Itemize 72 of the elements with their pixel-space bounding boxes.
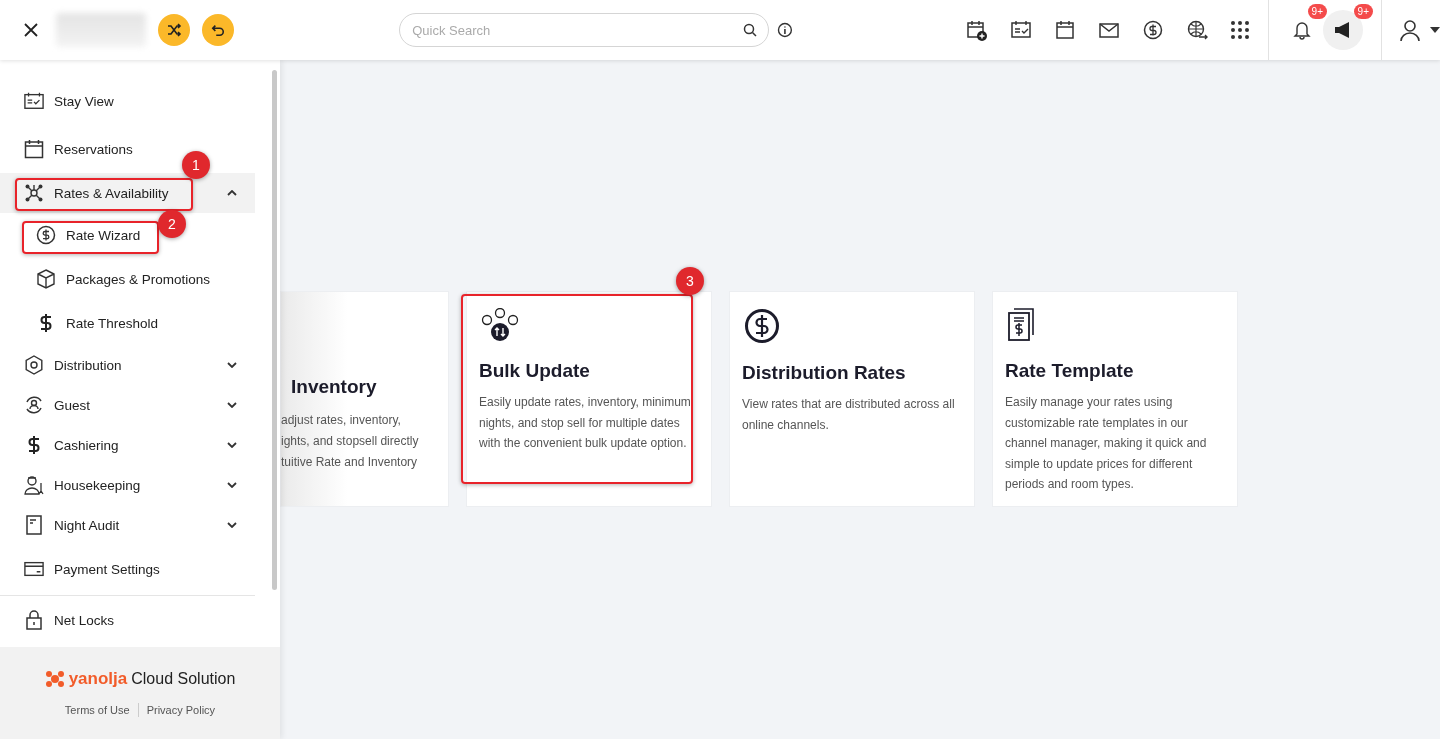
chevron-icon[interactable] [227,482,237,488]
guest-icon [24,395,44,415]
globe-icon[interactable] [1186,19,1209,41]
dollar-circle-icon [744,308,780,344]
dollar-circle-icon [36,225,56,245]
step-number-badge: 3 [676,267,704,295]
info-card[interactable]: Inventory adjust rates, inventory, ights, and stopsell directly tuitive Rate and Inventory [280,291,449,507]
chevron-icon[interactable] [227,402,237,408]
sidebar-item[interactable]: Cashiering [24,435,119,455]
caret-icon[interactable] [1430,27,1440,33]
chevron-icon[interactable] [227,190,237,196]
calendar-add-icon[interactable] [966,19,989,41]
chevron-icon[interactable] [227,442,237,448]
undo-icon [211,23,225,37]
card-title: Bulk Update [479,360,591,382]
shuffle-button[interactable] [158,14,190,46]
housekeeper-icon [24,475,44,495]
network-icon [24,183,44,203]
sidebar-item[interactable]: Net Locks [24,610,115,630]
sidebar-item[interactable]: Night Audit [24,515,120,535]
logo-icon [44,669,65,689]
card-title: Distribution Rates [742,362,907,384]
bell-icon [1293,20,1311,40]
info-icon[interactable] [777,22,794,38]
search-icon[interactable] [743,23,758,37]
card-description-line: tuitive Rate and Inventory [281,454,419,471]
card-title: Inventory [290,375,378,398]
card-title: Rate Template [1005,360,1135,382]
chevron-icon[interactable] [227,522,237,528]
document-icon [24,515,44,535]
gear-icon [24,355,44,375]
scrollbar[interactable] [272,70,277,590]
chevron-icon[interactable] [227,362,237,368]
card-description-line: ights, and stopsell directly [281,433,420,450]
info-card[interactable]: Rate Template Easily manage your rates using customizable rate templates in our channel manager, making it quick and simple to update prices for different periods and room types. [992,291,1238,507]
close-icon[interactable] [22,21,40,39]
undo-button[interactable] [202,14,234,46]
brand-name: yanolja [68,669,128,689]
sidebar-item[interactable]: Guest [24,395,91,415]
search-field[interactable]: Quick Search [399,13,770,47]
dollar-circle-icon[interactable] [1142,19,1165,41]
count-badge: 9+ [1353,4,1373,19]
card-description: Easily update rates, inventory, minimum nights, and stop sell for multiple dates with the convenient bulk update option. [479,394,692,453]
card-description: Easily manage your rates using customizable rate templates in our channel manager, making it quick and simple to update prices for different periods and room types. [1005,394,1208,494]
calendar-check-icon [24,91,44,111]
card-description: View rates that are distributed across all online channels. [742,396,956,434]
sidebar-item[interactable]: Stay View [24,91,114,111]
user-icon[interactable] [1398,18,1422,42]
info-card[interactable]: Distribution Rates View rates that are distributed across all online channels. [729,291,975,507]
count-badge: 9+ [1307,4,1327,19]
sidebar-item[interactable]: Payment Settings [24,560,160,578]
credit-card-icon [24,560,44,578]
info-card[interactable]: Bulk Update Easily update rates, inventory, minimum nights, and stop sell for multiple dates with the convenient bulk update option. [466,291,712,507]
card-description-line: adjust rates, inventory, [281,412,402,429]
sidebar-item[interactable]: Distribution [24,355,122,375]
box-icon [36,269,56,289]
sidebar-item[interactable]: Rate Wizard [36,225,141,245]
lock-icon [24,610,44,630]
calendar-icon [24,139,44,159]
footer-link[interactable]: Privacy Policy [146,704,216,716]
sidebar-item[interactable]: Reservations [24,139,133,159]
calendar-check-icon[interactable] [1010,19,1033,41]
bulk-money-icon [481,308,519,342]
footer-link[interactable]: Terms of Use [64,704,130,716]
sidebar-item[interactable]: Housekeeping [24,475,141,495]
sidebar-item[interactable]: Rate Threshold [36,313,159,333]
shuffle-icon [166,22,182,38]
receipt-icon [1007,308,1035,342]
product-name: Cloud Solution [131,670,236,688]
calendar-icon[interactable] [1054,19,1077,41]
sidebar-item[interactable]: Packages & Promotions [36,269,211,289]
apps-grid-icon[interactable] [1230,20,1251,40]
